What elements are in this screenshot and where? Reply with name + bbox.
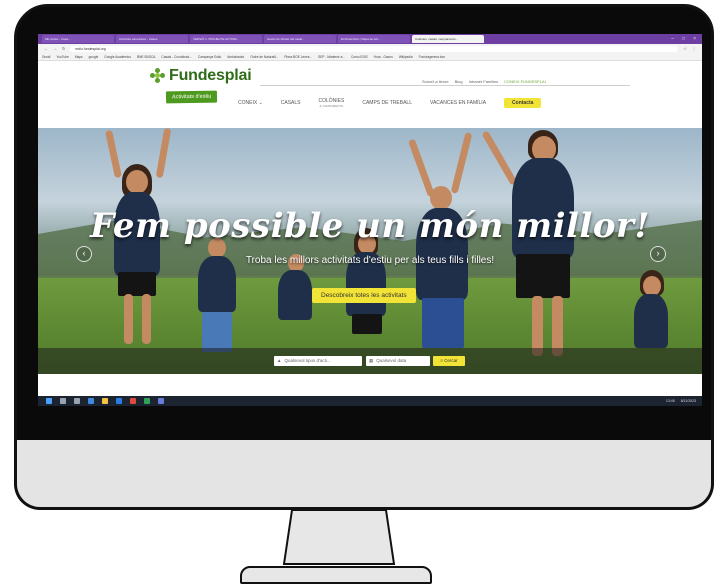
calendar-icon: ▦ — [369, 358, 374, 363]
address-bar[interactable]: estiu.fundesplai.org — [70, 45, 679, 52]
taskview-icon[interactable] — [74, 398, 80, 404]
browser-toolbar: ← → ↻ estiu.fundesplai.org ☆ ⋮ — [38, 44, 702, 53]
browser-tab-active[interactable]: Colònies, casals, campaments... — [412, 35, 484, 43]
bookmark[interactable]: BNE BUSCA — [137, 55, 155, 59]
bookmark[interactable]: Ordre de Naturalit... — [250, 55, 278, 59]
bookmark[interactable]: Fomixagenera.bcn — [419, 55, 445, 59]
back-icon[interactable]: ← — [44, 46, 48, 51]
app-icon[interactable] — [158, 398, 164, 404]
bookmark[interactable]: Wikipedia — [399, 55, 413, 59]
top-links: Suma't a lleure Blog Intranet Families C… — [422, 79, 546, 84]
window-controls: – □ × — [671, 36, 702, 42]
tent-icon: ▲ — [277, 358, 282, 363]
bookmark[interactable]: Maps — [75, 55, 83, 59]
hero-title: Fem possible un món millor! — [90, 206, 650, 246]
system-tray: 13:45 8/11/2023 — [666, 399, 702, 403]
date-value: Qualsevol data — [376, 358, 407, 363]
browser-tab[interactable]: VERSIÓ 1. PROJECTE AUTORI... — [190, 35, 262, 43]
main-nav: CONEIX ⌄ CASALS COLÒNIES & CAMPAMENTS CA… — [238, 98, 542, 108]
bookmark[interactable]: Gmail — [42, 55, 50, 59]
toplink[interactable]: Suma't a lleure — [422, 79, 449, 84]
browser-tab[interactable]: Gestió de difusió del casal... — [264, 35, 336, 43]
fundesplai-logo-icon — [150, 68, 166, 84]
bookmark[interactable]: google — [89, 55, 99, 59]
activity-type-value: Qualsevol tipus d'acti... — [284, 358, 331, 363]
star-icon[interactable]: ☆ — [683, 46, 687, 51]
search-taskbar-icon[interactable] — [60, 398, 66, 404]
app-icon[interactable] — [144, 398, 150, 404]
close-icon[interactable]: × — [693, 36, 696, 42]
chevron-down-icon: ⌄ — [258, 100, 263, 106]
monitor-photo: Mis Ardeu - Casa... Activitats educative… — [0, 0, 718, 584]
windows-start-icon[interactable] — [46, 398, 52, 404]
page-content-below — [38, 374, 702, 396]
logo-badge: Activitats d'estiu — [165, 90, 218, 104]
bookmark[interactable]: Campanya Estiu — [198, 55, 221, 59]
search-icon: ⌕ — [440, 358, 443, 363]
store-icon[interactable] — [116, 398, 122, 404]
os-taskbar: 13:45 8/11/2023 — [38, 396, 702, 406]
browser-tab[interactable]: Mis Ardeu - Casa... — [42, 35, 114, 43]
bookmarks-bar: Gmail YouTube Maps google Google Académi… — [38, 53, 702, 61]
carousel-next-icon[interactable]: › — [650, 246, 666, 262]
bookmark[interactable]: Curso ESIS — [351, 55, 368, 59]
search-button[interactable]: ⌕ Cercar — [433, 356, 465, 366]
bookmark[interactable]: Ambaixador — [227, 55, 244, 59]
reload-icon[interactable]: ↻ — [62, 46, 65, 51]
hero-subtitle: Troba les millors activitats d'estiu per… — [245, 255, 495, 266]
forward-icon[interactable]: → — [53, 46, 57, 51]
discover-activities-button[interactable]: Descobreix totes les activitats — [312, 288, 416, 303]
nav-label: CONEIX — [238, 100, 258, 106]
taskbar-date: 8/11/2023 — [680, 399, 696, 403]
menu-icon[interactable]: ⋮ — [692, 46, 696, 51]
chrome-icon[interactable] — [130, 398, 136, 404]
browser-tab[interactable]: El Dinamitzar | Mapa de Act... — [338, 35, 410, 43]
edge-icon[interactable] — [88, 398, 94, 404]
search-button-label: Cercar — [444, 358, 458, 363]
screen: Mis Ardeu - Casa... Activitats educative… — [38, 34, 702, 406]
bookmark[interactable]: SEP - Mantenir a... — [318, 55, 345, 59]
browser-tab[interactable]: Activitats educatives - Cases — [116, 35, 188, 43]
toplink[interactable]: Blog — [455, 79, 463, 84]
browser-tabstrip: Mis Ardeu - Casa... Activitats educative… — [38, 34, 702, 44]
site-logo[interactable]: Fundesplai — [150, 67, 252, 85]
nav-item-coneix[interactable]: CONEIX ⌄ — [238, 100, 263, 106]
date-select[interactable]: ▦ Qualsevol data — [366, 356, 430, 366]
hero-banner: Fem possible un món millor! Troba les mi… — [38, 128, 702, 374]
minimize-icon[interactable]: – — [671, 36, 674, 42]
nav-item-camps[interactable]: CAMPS DE TREBALL — [362, 100, 412, 106]
nav-item-colonies[interactable]: COLÒNIES & CAMPAMENTS — [319, 98, 345, 108]
toplink-coneix-fundesplai[interactable]: CONEIX FUNDESPLAI — [504, 79, 546, 84]
carousel-prev-icon[interactable]: ‹ — [76, 246, 92, 262]
file-explorer-icon[interactable] — [102, 398, 108, 404]
monitor-foot — [240, 566, 432, 584]
nav-item-vacances[interactable]: VACANCES EN FAMÍLIA — [430, 100, 486, 106]
header-divider — [260, 85, 630, 86]
monitor-chin — [14, 440, 714, 510]
toplink[interactable]: Intranet Families — [469, 79, 499, 84]
nav-sublabel: & CAMPAMENTS — [319, 104, 344, 108]
site-header: Fundesplai Activitats d'estiu Suma't a l… — [38, 61, 702, 115]
bookmark[interactable]: YouTube — [56, 55, 69, 59]
contact-button[interactable]: Contacta — [504, 98, 542, 108]
maximize-icon[interactable]: □ — [682, 36, 685, 42]
bookmark[interactable]: Plans BOE Lenes... — [284, 55, 312, 59]
taskbar-time: 13:45 — [665, 399, 675, 403]
activity-type-select[interactable]: ▲ Qualsevol tipus d'acti... — [274, 356, 362, 366]
monitor-stand — [282, 509, 396, 565]
bookmark[interactable]: Casals - Coordinaci... — [161, 55, 191, 59]
logo-text: Fundesplai — [169, 67, 252, 84]
activity-search-bar: ▲ Qualsevol tipus d'acti... ▦ Qualsevol … — [38, 348, 702, 374]
bookmark[interactable]: Hora - Gaveu — [374, 55, 393, 59]
bookmark[interactable]: Google Académico — [104, 55, 131, 59]
nav-item-casals[interactable]: CASALS — [281, 100, 301, 106]
